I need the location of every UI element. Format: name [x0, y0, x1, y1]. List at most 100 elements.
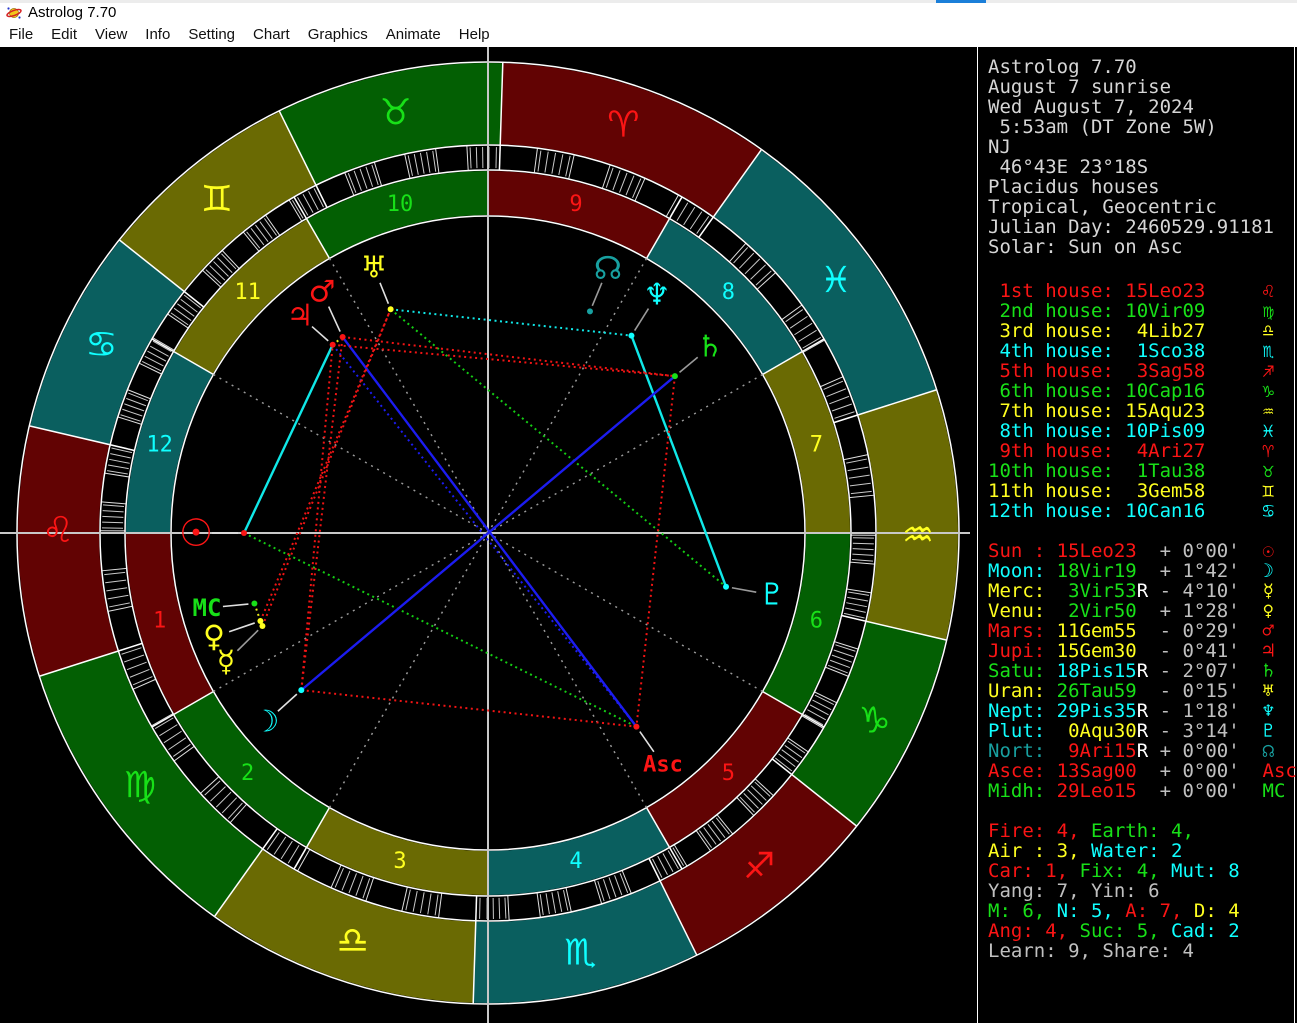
planet-dot-moon [298, 687, 304, 693]
panel-line: 5th house: 3Sag58 ♐ [988, 361, 1294, 381]
panel-text-segment: 5:53am (DT Zone 5W) [988, 116, 1217, 138]
panel-text-segment: ♄ [1240, 660, 1274, 682]
aspect-line-sun-jupiter [244, 345, 333, 533]
panel-line: NJ [988, 137, 1294, 157]
panel-text-segment: R [1137, 700, 1148, 722]
panel-text-segment: ♆ [1240, 700, 1274, 722]
panel-text-segment: + 0°00' [1137, 540, 1240, 562]
panel-text-segment: N: 5, [1045, 900, 1114, 922]
wheel-house-number-7: 7 [810, 433, 823, 458]
panel-text-segment: 4th house: 1Sco38 ♏ [988, 340, 1274, 362]
panel-text-segment: NJ [988, 136, 1011, 158]
wheel-house-number-11: 11 [234, 280, 261, 305]
panel-text-segment: Wed August 7, 2024 [988, 96, 1194, 118]
panel-text-segment: Nort: [988, 740, 1057, 762]
pointer-saturn [680, 357, 698, 372]
panel-line: 12th house: 10Can16 ♋ [988, 501, 1294, 521]
panel-text-segment: 29Leo15 [1057, 780, 1137, 802]
panel-text-segment: Fire: 4, [988, 820, 1080, 842]
panel-line: Moon: 18Vir19 + 1°42' ☽ [988, 561, 1294, 581]
menu-item-help[interactable]: Help [450, 24, 499, 46]
panel-text-segment: + 0°00' [1148, 740, 1240, 762]
panel-text-segment: 18Pis15 [1057, 660, 1137, 682]
panel-text-segment: - 3°14' [1148, 720, 1240, 742]
window-right-edge [1294, 47, 1295, 1023]
panel-text-segment: - 4°10' [1148, 580, 1240, 602]
pointer-mc [223, 604, 249, 606]
chart-window: ♈♉♊♋♌♍♎♏♐♑♒♓123456789101112☉☽☿♀♂♃♄♅♆♇☊As… [0, 47, 1297, 1023]
menu-item-graphics[interactable]: Graphics [299, 24, 377, 46]
panel-text-segment: R [1137, 740, 1148, 762]
panel-line: Ang: 4, Suc: 5, Cad: 2 [988, 921, 1294, 941]
menu-item-view[interactable]: View [86, 24, 136, 46]
house-cusp-line [330, 533, 489, 808]
aspect-line-jupiter-asc [333, 345, 637, 727]
astro-wheel: ♈♉♊♋♌♍♎♏♐♑♒♓123456789101112☉☽☿♀♂♃♄♅♆♇☊As… [0, 47, 977, 1023]
panel-text-segment: Moon: [988, 560, 1057, 582]
panel-line: 5:53am (DT Zone 5W) [988, 117, 1294, 137]
panel-text-segment: Water: 2 [1080, 840, 1183, 862]
panel-text-segment: 9Ari15 [1057, 740, 1137, 762]
wheel-planet-glyph-sun: ☉ [179, 511, 213, 555]
menu-item-animate[interactable]: Animate [377, 24, 450, 46]
pointer-uranus [380, 283, 388, 304]
panel-text-segment: ♂ [1240, 620, 1274, 642]
menu-item-file[interactable]: File [0, 24, 42, 46]
panel-text-segment: Mars: [988, 620, 1057, 642]
panel-text-segment: 3rd house: 4Lib27 ♎ [988, 320, 1274, 342]
panel-text-segment: + 1°42' [1137, 560, 1240, 582]
panel-text-segment: Astrolog 7.70 [988, 56, 1137, 78]
panel-text-segment: 15Leo23 [1057, 540, 1137, 562]
panel-text-segment: Midh: [988, 780, 1057, 802]
panel-text-segment: Ang: 4, [988, 920, 1068, 942]
wheel-sign-glyph-leo: ♌ [42, 510, 74, 551]
wheel-sign-glyph-aries: ♈ [607, 104, 639, 145]
panel-text-segment: 10th house: 1Tau38 ♉ [988, 460, 1274, 482]
aspect-line-mars-asc [343, 337, 637, 727]
panel-text-segment: 0Aqu30 [1057, 720, 1137, 742]
panel-line: Midh: 29Leo15 + 0°00' MC [988, 781, 1294, 801]
panel-text-segment: ♇ [1240, 720, 1274, 742]
wheel-house-number-1: 1 [153, 608, 166, 633]
menu-bar: FileEditViewInfoSettingChartGraphicsAnim… [0, 24, 1297, 47]
panel-line: Satu: 18Pis15R - 2°07' ♄ [988, 661, 1294, 681]
panel-line: 10th house: 1Tau38 ♉ [988, 461, 1294, 481]
panel-text-segment: Julian Day: 2460529.91181 [988, 216, 1274, 238]
panel-text-segment: ☿ [1240, 580, 1274, 602]
panel-text-segment: ♀ [1240, 600, 1274, 622]
aspect-line-moon-asc [301, 690, 636, 727]
wheel-sign-glyph-libra: ♎ [336, 921, 368, 962]
wheel-sign-glyph-scorpio: ♏ [564, 932, 596, 973]
menu-item-info[interactable]: Info [136, 24, 179, 46]
panel-text-segment: 11Gem55 [1057, 620, 1137, 642]
wheel-planet-glyph-saturn: ♄ [697, 330, 724, 365]
panel-text-segment: Placidus houses [988, 176, 1160, 198]
panel-text-segment: ☉ [1240, 540, 1274, 562]
wheel-planet-glyph-pluto: ♇ [759, 578, 786, 613]
menu-item-setting[interactable]: Setting [179, 24, 244, 46]
menu-item-edit[interactable]: Edit [42, 24, 86, 46]
house-cusp-line [213, 533, 488, 692]
panel-line: Merc: 3Vir53R - 4°10' ☿ [988, 581, 1294, 601]
panel-text-segment: 7th house: 15Aqu23 ♒ [988, 400, 1274, 422]
panel-text-segment: - 0°29' [1137, 620, 1240, 642]
wheel-planet-glyph-jupiter: ♃ [287, 299, 314, 334]
panel-text-segment: - 0°15' [1137, 680, 1240, 702]
house-sector-6 [763, 533, 850, 714]
panel-text-segment: Air : 3, [988, 840, 1080, 862]
panel-text-segment: Jupi: [988, 640, 1057, 662]
panel-text-segment: - 2°07' [1148, 660, 1240, 682]
panel-spacer [988, 801, 1294, 821]
panel-text-segment: 3Vir53 [1057, 580, 1137, 602]
panel-text-segment: A: 7, [1114, 900, 1183, 922]
panel-line: Fire: 4, Earth: 4, [988, 821, 1294, 841]
menu-item-chart[interactable]: Chart [244, 24, 299, 46]
wheel-planet-glyph-asc: Asc [643, 753, 683, 778]
house-cusp-line [330, 258, 489, 533]
planet-dot-mc [251, 601, 257, 607]
panel-text-segment: Satu: [988, 660, 1057, 682]
wheel-planet-glyph-uranus: ♅ [361, 251, 388, 286]
planet-dot-jupiter [330, 342, 336, 348]
wheel-sign-glyph-capricorn: ♑ [858, 701, 890, 742]
wheel-sign-glyph-cancer: ♋ [85, 324, 117, 365]
